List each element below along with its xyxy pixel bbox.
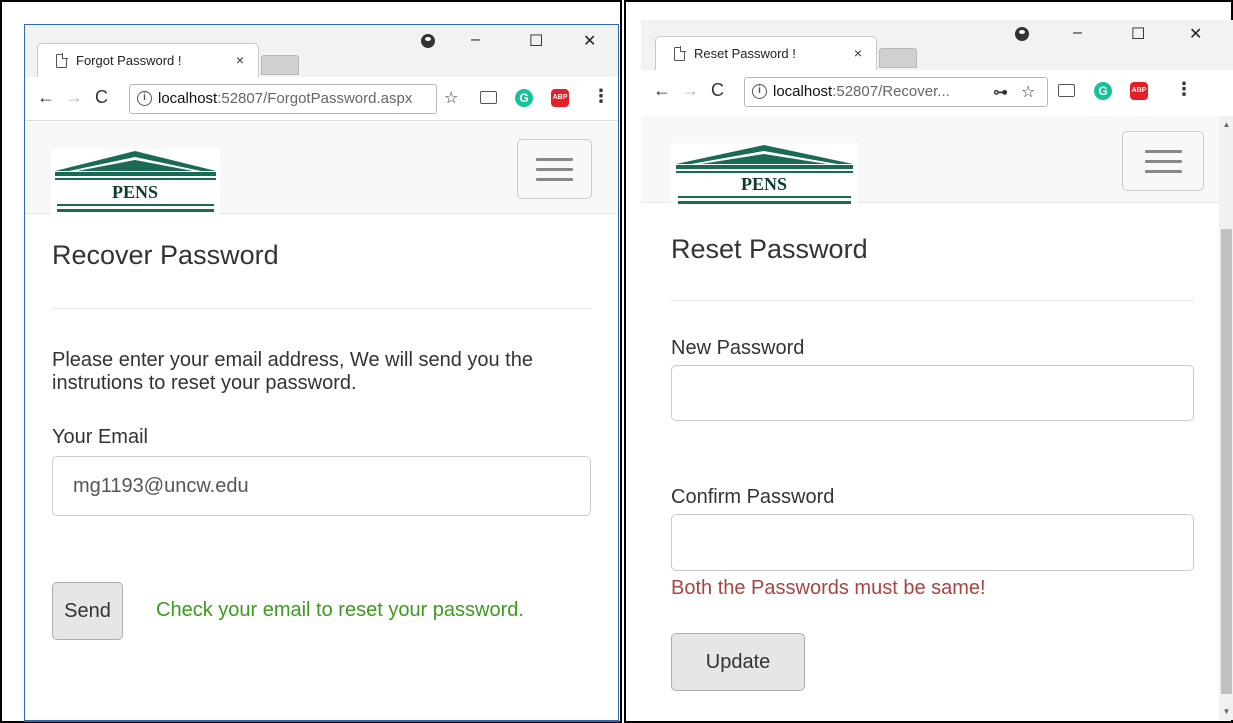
tab-title: Reset Password ! [694,46,796,61]
browser-window-reset: Reset Password ! × – ☐ ✕ ← → C i localho… [641,20,1233,720]
close-icon[interactable]: ✕ [583,31,596,51]
back-icon[interactable]: ← [653,80,671,101]
new-password-label: New Password [671,337,805,359]
reload-icon[interactable]: C [711,80,724,101]
hamburger-menu-button[interactable] [517,139,592,199]
new-tab-button[interactable] [261,55,299,75]
forward-icon[interactable]: → [65,87,83,108]
title-bar: Forgot Password ! × – ☐ ✕ [25,25,618,77]
scroll-down-icon[interactable]: ▼ [1219,707,1233,716]
right-panel: Reset Password ! × – ☐ ✕ ← → C i localho… [624,0,1233,723]
minimize-icon[interactable]: – [1073,24,1082,42]
address-toolbar: ← → C i localhost:52807/Recover... ⊶ ☆ G… [641,70,1233,114]
page-content: PENS Recover Password Please enter your … [25,122,618,720]
instructions-text: Please enter your email address, We will… [52,349,533,394]
brand-text: PENS [741,174,787,194]
page-icon [56,53,68,68]
back-icon[interactable]: ← [37,87,55,108]
minimize-icon[interactable]: – [471,31,480,49]
site-navbar: PENS [25,122,618,219]
scrollbar[interactable]: ▲ ▼ [1219,116,1233,720]
divider [671,300,1194,301]
pens-logo[interactable]: PENS [671,143,858,209]
url-text: localhost:52807/ForgotPassword.aspx [158,90,413,107]
grammarly-icon[interactable]: G [1094,82,1112,100]
adblock-icon[interactable]: ABP [551,89,569,107]
site-navbar: PENS [641,116,1219,209]
maximize-icon[interactable]: ☐ [529,31,543,51]
cast-icon[interactable] [480,91,497,104]
update-button[interactable]: Update [671,633,805,691]
adblock-icon[interactable]: ABP [1130,82,1148,100]
close-icon[interactable]: ✕ [1189,24,1202,44]
scrollbar-thumb[interactable] [1221,229,1232,694]
tab-title: Forgot Password ! [76,53,182,68]
menu-kebab-icon[interactable]: ⋮ [592,86,610,107]
hamburger-menu-button[interactable] [1122,131,1204,191]
brand-text: PENS [112,182,158,202]
info-icon[interactable]: i [752,84,767,99]
cast-icon[interactable] [1058,84,1075,97]
email-label: Your Email [52,426,148,448]
grammarly-icon[interactable]: G [515,89,533,107]
reload-icon[interactable]: C [95,87,108,108]
page-content: PENS Reset Password New Password Confirm… [641,116,1233,720]
confirm-password-label: Confirm Password [671,486,835,508]
tab-close-icon[interactable]: × [854,45,862,61]
new-password-field[interactable] [671,365,1194,421]
info-icon[interactable]: i [137,91,152,106]
divider [52,308,591,309]
address-toolbar: ← → C i localhost:52807/ForgotPassword.a… [25,77,618,121]
profile-icon[interactable] [1015,27,1029,41]
title-bar: Reset Password ! × – ☐ ✕ [641,20,1233,70]
confirm-password-field[interactable] [671,514,1194,571]
send-button[interactable]: Send [52,582,123,640]
new-tab-button[interactable] [879,48,917,68]
address-bar[interactable]: i localhost:52807/Recover... ⊶ ☆ [744,77,1048,107]
bookmark-star-icon[interactable]: ☆ [444,88,458,108]
tab-reset-password[interactable]: Reset Password ! × [655,36,877,70]
bookmark-star-icon[interactable]: ☆ [1021,82,1035,102]
page-icon [674,46,686,61]
maximize-icon[interactable]: ☐ [1131,24,1145,44]
tab-close-icon[interactable]: × [236,52,244,68]
page-title: Reset Password [671,234,868,264]
browser-window-forgot: Forgot Password ! × – ☐ ✕ ← → C i localh… [24,24,619,722]
key-icon[interactable]: ⊶ [993,83,1008,101]
pens-logo[interactable]: PENS [51,149,220,219]
tab-forgot-password[interactable]: Forgot Password ! × [37,43,259,77]
profile-icon[interactable] [421,34,435,48]
left-panel: Forgot Password ! × – ☐ ✕ ← → C i localh… [0,0,622,723]
page-title: Recover Password [52,240,279,270]
email-field[interactable] [52,456,591,516]
address-bar[interactable]: i localhost:52807/ForgotPassword.aspx [129,84,437,114]
forward-icon[interactable]: → [681,80,699,101]
error-message: Both the Passwords must be same! [671,577,986,599]
menu-kebab-icon[interactable]: ⋮ [1175,79,1193,100]
scroll-up-icon[interactable]: ▲ [1219,120,1233,129]
url-text: localhost:52807/Recover... [773,83,950,100]
success-message: Check your email to reset your password. [156,599,524,621]
